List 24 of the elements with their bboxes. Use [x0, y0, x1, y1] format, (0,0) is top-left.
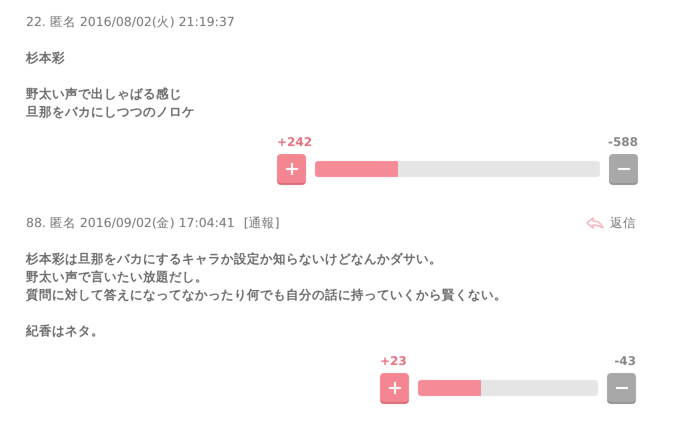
minus-icon [616, 168, 630, 170]
reply-link[interactable]: 返信 [586, 214, 636, 232]
report-link[interactable]: [通報] [244, 214, 280, 232]
plus-count: +242 [277, 135, 312, 149]
plus-button[interactable] [277, 154, 306, 183]
comment-text: 野太い声で出しゃばる感じ [26, 86, 182, 101]
minus-button[interactable] [607, 373, 636, 402]
comment-header: 88. 匿名 2016/09/02(金) 17:04:41 [26, 214, 235, 232]
plus-icon [388, 380, 402, 394]
comment-text: 杉本彩は旦那をバカにするキャラか設定か知らないけどなんかダサい。 [26, 251, 442, 266]
plus-button[interactable] [380, 373, 409, 402]
minus-icon [614, 386, 628, 388]
comment-text: 質問に対して答えになってなかったり何でも自分の話に持っていくから賢くない。 [26, 287, 507, 302]
minus-count: -43 [614, 354, 636, 368]
comment-text: 杉本彩 [26, 50, 65, 65]
comment-text: 旦那をバカにしつつのノロケ [26, 104, 195, 119]
plus-count: +23 [380, 354, 407, 368]
comment-text: 紀香はネタ。 [26, 323, 104, 338]
reply-icon [586, 217, 604, 229]
minus-button[interactable] [609, 154, 638, 183]
plus-icon [284, 162, 298, 176]
comment-header: 22. 匿名 2016/08/02(火) 21:19:37 [26, 14, 235, 30]
comment-text: 野太い声で言いたい放題だし。 [26, 269, 208, 284]
minus-count: -588 [608, 135, 638, 149]
